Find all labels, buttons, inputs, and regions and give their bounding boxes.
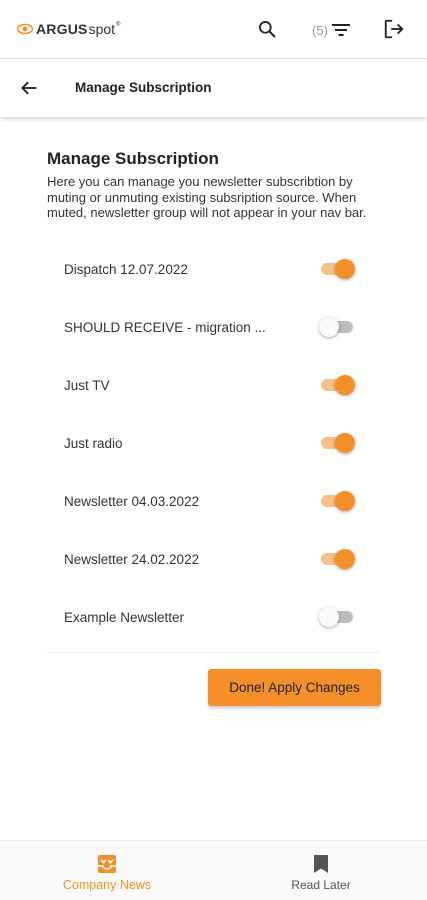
section-description: Here you can manage you newsletter subsc… xyxy=(47,174,367,220)
subscription-row[interactable]: Example Newsletter xyxy=(47,588,377,646)
subscription-row[interactable]: Dispatch 12.07.2022 xyxy=(47,240,377,298)
subscription-toggle[interactable] xyxy=(319,432,355,454)
arrow-left-icon xyxy=(21,81,37,95)
inbox-icon xyxy=(96,853,118,875)
toggle-thumb xyxy=(335,549,355,569)
filter-button[interactable]: (5) xyxy=(306,17,356,43)
filter-icon xyxy=(331,24,350,36)
search-icon xyxy=(259,21,276,38)
subscription-label: Dispatch 12.07.2022 xyxy=(64,261,188,277)
search-button[interactable] xyxy=(254,16,280,42)
toggle-thumb xyxy=(319,317,339,337)
intro-section: Manage Subscription Here you can manage … xyxy=(47,148,377,221)
subscription-toggle[interactable] xyxy=(319,374,355,396)
bottom-navigation: Company News Read Later xyxy=(0,840,427,900)
top-app-bar: ARGUS spot ® (5) xyxy=(0,0,427,59)
nav-item-company-news[interactable]: Company News xyxy=(43,841,171,900)
logout-button[interactable] xyxy=(381,16,407,42)
page-header: Manage Subscription xyxy=(0,59,427,117)
bookmark-icon xyxy=(310,853,332,875)
nav-item-read-later[interactable]: Read Later xyxy=(262,841,380,900)
subscription-row[interactable]: Newsletter 04.03.2022 xyxy=(47,472,377,530)
section-heading: Manage Subscription xyxy=(47,149,219,168)
subscription-toggle[interactable] xyxy=(319,606,355,628)
eye-logo-icon xyxy=(17,23,33,35)
subscription-row[interactable]: SHOULD RECEIVE - migration ... xyxy=(47,298,377,356)
subscription-label: Newsletter 04.03.2022 xyxy=(64,493,200,509)
subscription-row[interactable]: Just TV xyxy=(47,356,377,414)
logo-registered-mark: ® xyxy=(116,22,121,28)
subscription-toggle[interactable] xyxy=(319,548,355,570)
toggle-thumb xyxy=(335,259,355,279)
nav-label-company-news: Company News xyxy=(62,878,152,892)
subscription-toggle[interactable] xyxy=(319,490,355,512)
divider xyxy=(47,652,380,653)
toggle-thumb xyxy=(319,607,339,627)
subscription-toggle[interactable] xyxy=(319,258,355,280)
argus-spot-logo[interactable]: ARGUS spot ® xyxy=(17,19,120,39)
page-title: Manage Subscription xyxy=(75,80,212,95)
toggle-thumb xyxy=(335,433,355,453)
subscription-toggle[interactable] xyxy=(319,316,355,338)
toggle-thumb xyxy=(335,375,355,395)
back-button[interactable] xyxy=(16,75,42,101)
subscription-list: Dispatch 12.07.2022 SHOULD RECEIVE - migr… xyxy=(47,240,377,646)
nav-label-read-later: Read Later xyxy=(291,878,351,892)
filter-count: (5) xyxy=(312,22,328,38)
apply-changes-button[interactable]: Done! Apply Changes xyxy=(208,669,381,706)
subscription-label: Just radio xyxy=(64,435,123,451)
logo-text-light: spot xyxy=(88,21,116,37)
subscription-label: Example Newsletter xyxy=(64,609,185,625)
logo-text-bold: ARGUS xyxy=(36,21,88,37)
subscription-row[interactable]: Just radio xyxy=(47,414,377,472)
logout-icon xyxy=(384,19,404,39)
subscription-label: Newsletter 24.02.2022 xyxy=(64,551,200,567)
subscription-label: Just TV xyxy=(64,377,110,393)
subscription-label: SHOULD RECEIVE - migration ... xyxy=(64,319,266,335)
toggle-thumb xyxy=(335,491,355,511)
subscription-row[interactable]: Newsletter 24.02.2022 xyxy=(47,530,377,588)
